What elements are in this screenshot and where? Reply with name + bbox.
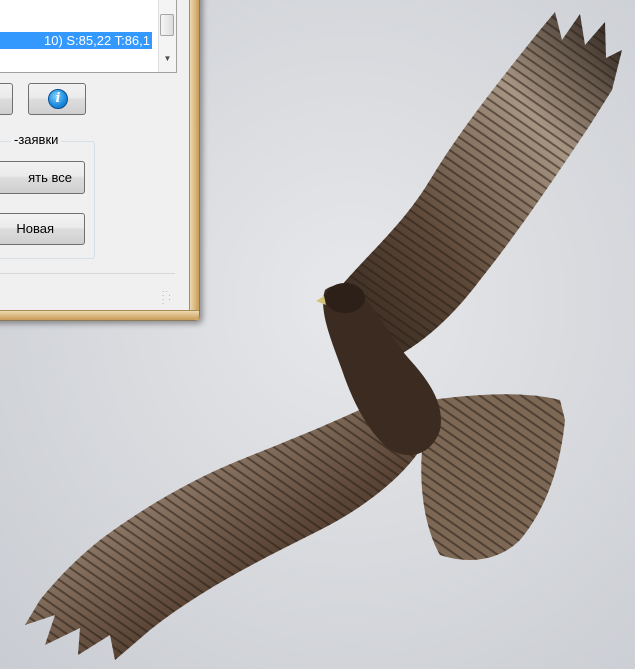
resize-grip-icon[interactable]: ... .. . . [162,286,172,306]
new-order-button[interactable]: Новая [0,213,85,245]
scroll-down-arrow-icon[interactable]: ▼ [159,50,176,67]
toolbar-button[interactable] [0,83,13,115]
dialog-client-area: 10) S:85,22 T:86,1 ▼ i -заявки ять все Н… [0,0,189,310]
dialog-window: 10) S:85,22 T:86,1 ▼ i -заявки ять все Н… [0,0,200,321]
cancel-all-button[interactable]: ять все [0,161,85,194]
group-title: -заявки [11,132,62,148]
info-icon: i [48,89,68,109]
status-bar-divider [0,273,175,274]
info-button[interactable]: i [28,83,86,115]
vertical-scrollbar[interactable]: ▼ [158,0,176,72]
window-frame-bottom[interactable] [0,310,199,320]
list-item-selected[interactable]: 10) S:85,22 T:86,1 [0,32,152,49]
orders-listbox[interactable]: 10) S:85,22 T:86,1 ▼ [0,0,177,73]
scrollbar-thumb[interactable] [160,14,174,36]
window-frame-right[interactable] [189,0,199,320]
